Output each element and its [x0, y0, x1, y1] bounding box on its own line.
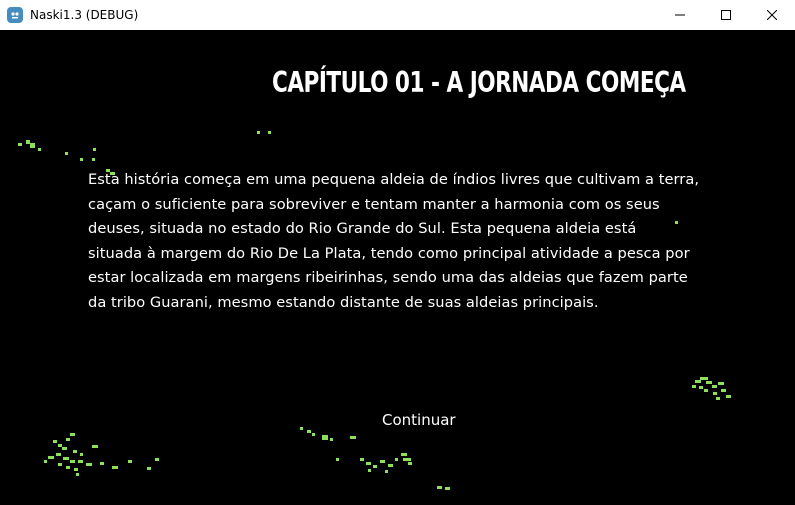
firefly-pixel	[66, 438, 70, 441]
story-line: estar localizada em margens ribeirinhas,…	[88, 269, 688, 286]
firefly-pixel	[38, 148, 41, 151]
firefly-pixel	[58, 463, 62, 466]
close-icon	[767, 10, 777, 20]
firefly-pixel	[78, 460, 83, 463]
story-line: deuses, situada no estado do Rio Grande …	[88, 220, 637, 237]
firefly-pixel	[65, 152, 68, 155]
firefly-pixel	[155, 458, 159, 461]
firefly-pixel	[56, 453, 61, 456]
firefly-pixel	[63, 457, 69, 460]
firefly-pixel	[380, 460, 385, 463]
firefly-pixel	[712, 385, 717, 388]
story-line: Esta história começa em uma pequena alde…	[88, 171, 700, 188]
firefly-pixel	[80, 158, 83, 161]
chapter-title: CAPÍTULO 01 - A JORNADA COMEÇA	[272, 66, 686, 100]
firefly-pixel	[366, 462, 371, 465]
window-controls	[657, 0, 795, 30]
firefly-pixel	[112, 466, 118, 469]
firefly-pixel	[70, 433, 75, 436]
story-text: Esta história começa em uma pequena alde…	[88, 168, 758, 315]
firefly-pixel	[330, 438, 333, 441]
maximize-icon	[721, 10, 731, 20]
firefly-pixel	[73, 450, 77, 453]
firefly-pixel	[403, 458, 411, 461]
close-button[interactable]	[749, 0, 795, 30]
firefly-pixel	[322, 435, 328, 440]
firefly-pixel	[699, 386, 703, 389]
firefly-pixel	[312, 433, 315, 436]
firefly-pixel	[336, 458, 339, 461]
window-title: Naski1.3 (DEBUG)	[30, 8, 139, 22]
firefly-pixel	[48, 456, 54, 459]
firefly-pixel	[388, 464, 393, 467]
firefly-pixel	[62, 447, 67, 450]
firefly-pixel	[726, 395, 731, 398]
game-viewport: CAPÍTULO 01 - A JORNADA COMEÇA Esta hist…	[0, 30, 795, 505]
firefly-pixel	[373, 465, 377, 468]
firefly-pixel	[74, 468, 78, 471]
firefly-pixel	[268, 131, 271, 134]
firefly-pixel	[26, 140, 30, 144]
firefly-pixel	[147, 467, 151, 470]
firefly-pixel	[76, 473, 79, 476]
maximize-button[interactable]	[703, 0, 749, 30]
minimize-icon	[675, 14, 685, 16]
firefly-pixel	[66, 466, 70, 469]
firefly-pixel	[437, 486, 442, 489]
firefly-pixel	[445, 487, 450, 490]
firefly-pixel	[716, 397, 720, 400]
firefly-pixel	[257, 131, 260, 134]
firefly-pixel	[86, 463, 92, 466]
firefly-pixel	[92, 445, 98, 448]
firefly-pixel	[401, 453, 407, 456]
continue-button[interactable]: Continuar	[382, 411, 456, 429]
firefly-pixel	[30, 143, 35, 148]
story-line: caçam o suficiente para sobreviver e ten…	[88, 195, 660, 213]
firefly-pixel	[721, 389, 726, 392]
story-line: da tribo Guarani, mesmo estando distante…	[88, 293, 599, 311]
firefly-pixel	[395, 458, 398, 461]
game-window: Naski1.3 (DEBUG) CAPÍTULO 01 - A JORNADA…	[0, 0, 795, 505]
window-titlebar[interactable]: Naski1.3 (DEBUG)	[0, 0, 795, 30]
firefly-pixel	[408, 462, 412, 465]
firefly-pixel	[368, 469, 371, 472]
firefly-pixel	[704, 389, 708, 392]
firefly-pixel	[360, 458, 364, 461]
firefly-pixel	[58, 444, 62, 447]
firefly-pixel	[718, 382, 724, 385]
firefly-pixel	[93, 148, 96, 151]
firefly-pixel	[92, 158, 95, 161]
firefly-pixel	[706, 381, 712, 384]
story-line: situada à margem do Rio De La Plata, ten…	[88, 244, 690, 262]
firefly-pixel	[18, 143, 22, 146]
firefly-pixel	[128, 460, 132, 463]
firefly-pixel	[692, 385, 696, 388]
firefly-pixel	[350, 436, 356, 439]
firefly-pixel	[385, 470, 388, 473]
firefly-pixel	[300, 427, 303, 430]
firefly-pixel	[70, 460, 75, 463]
firefly-pixel	[44, 460, 47, 463]
godot-app-icon	[7, 7, 23, 23]
firefly-pixel	[80, 453, 83, 456]
firefly-pixel	[100, 462, 104, 465]
firefly-pixel	[695, 380, 701, 383]
firefly-pixel	[307, 430, 311, 433]
firefly-pixel	[713, 392, 717, 395]
firefly-pixel	[700, 377, 708, 380]
minimize-button[interactable]	[657, 0, 703, 30]
firefly-pixel	[53, 440, 57, 443]
